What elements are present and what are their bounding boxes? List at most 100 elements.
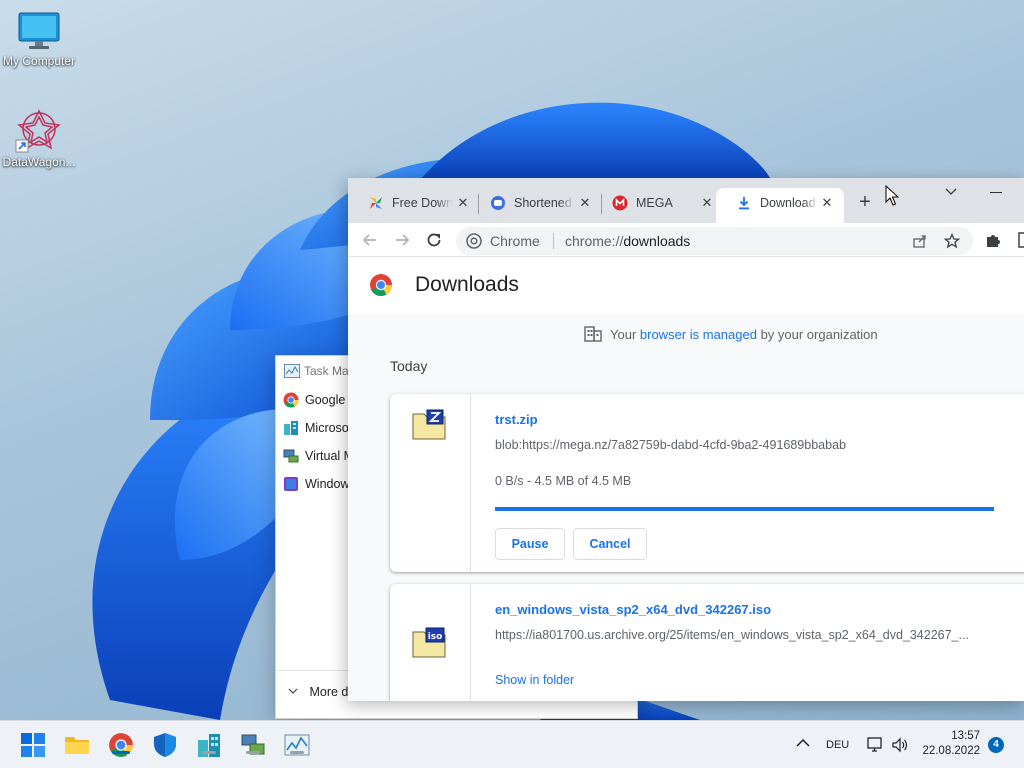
show-in-folder-link[interactable]: Show in folder [495, 673, 574, 687]
tab-downloads[interactable]: Download ✕ [716, 188, 844, 223]
running-app-indicator [246, 751, 260, 754]
file-icon-column [390, 394, 471, 572]
task-manager-title: Task Ma [304, 364, 349, 378]
volume-icon[interactable] [891, 736, 909, 754]
iso-file-icon: iso [412, 627, 446, 658]
link-shortener-icon [491, 196, 505, 210]
clock-date: 22.08.2022 [922, 745, 980, 757]
running-app-indicator [202, 751, 216, 754]
downloads-header: Downloads [348, 257, 1024, 314]
desktop-icon-label: My Computer [2, 54, 76, 68]
shield-icon [154, 733, 176, 757]
chrome-site-icon [466, 233, 482, 249]
extensions-puzzle-icon[interactable] [984, 231, 1002, 249]
task-manager-icon [284, 364, 300, 378]
cancel-button[interactable]: Cancel [573, 528, 647, 560]
managed-prefix: Your [610, 327, 640, 342]
chrome-logo-icon [370, 274, 392, 296]
chrome-window[interactable]: Free Down ✕ Shortened ✕ MEGA ✕ Download … [348, 178, 1024, 701]
desktop-icon-my-computer[interactable]: My Computer [0, 12, 78, 68]
active-app-indicator [112, 751, 130, 754]
date-section-heading: Today [390, 358, 428, 374]
buildings-icon [284, 421, 298, 435]
windows-app-icon [284, 477, 298, 491]
chevron-up-icon[interactable] [795, 737, 811, 749]
buildings-icon [198, 734, 220, 757]
windows-logo-icon [21, 733, 45, 757]
download-source-url: blob:https://mega.nz/7a82759b-dabd-4cfd-… [495, 438, 846, 452]
tab-free-download[interactable]: Free Down ✕ [348, 188, 476, 223]
network-computers-icon [241, 734, 265, 755]
download-progress-bar [495, 507, 994, 511]
datawagon-shortcut-icon [15, 109, 61, 153]
close-tab-icon[interactable]: ✕ [456, 196, 470, 210]
desktop-icon-datawagon[interactable]: DataWagon... [0, 107, 78, 169]
side-panel-icon[interactable] [1018, 232, 1024, 248]
chrome-icon [283, 392, 299, 408]
network-computer-icon [283, 449, 299, 463]
close-tab-icon[interactable]: ✕ [700, 196, 714, 210]
zip-file-icon [412, 409, 446, 440]
task-manager-app-name: Virtual M [305, 449, 355, 463]
pause-button[interactable]: Pause [495, 528, 565, 560]
download-item: iso en_windows_vista_sp2_x64_dvd_342267.… [390, 584, 1024, 701]
taskbar-task-manager[interactable] [284, 732, 310, 758]
url-text: chrome://downloads [565, 233, 690, 249]
download-icon [739, 197, 749, 210]
more-details-label: More d [309, 685, 349, 699]
notification-badge[interactable]: 4 [988, 737, 1004, 753]
download-status: 0 B/s - 4.5 MB of 4.5 MB [495, 474, 632, 488]
monitor-icon [18, 12, 60, 49]
back-arrow-icon[interactable] [360, 230, 380, 250]
building-icon [584, 326, 602, 342]
close-tab-icon[interactable]: ✕ [578, 196, 592, 210]
download-item: trst.zip blob:https://mega.nz/7a82759b-d… [390, 394, 1024, 572]
minimize-button[interactable] [990, 192, 1002, 193]
chrome-icon [109, 733, 133, 757]
network-icon[interactable] [866, 736, 884, 754]
tab-label: MEGA [636, 196, 673, 210]
tab-search-chevron-icon[interactable] [944, 187, 958, 197]
managed-link[interactable]: browser is managed [640, 327, 757, 342]
tab-shortened[interactable]: Shortened ✕ [470, 188, 598, 223]
site-chip-label: Chrome [490, 233, 540, 249]
svg-text:iso: iso [428, 632, 443, 642]
tab-label: Free Down [392, 196, 452, 210]
taskbar-network-app[interactable] [240, 732, 266, 758]
tab-mega[interactable]: MEGA ✕ [592, 188, 720, 223]
share-icon[interactable] [912, 233, 928, 249]
taskbar-defender[interactable] [152, 732, 178, 758]
reload-icon[interactable] [424, 230, 444, 250]
taskbar-file-explorer[interactable] [64, 732, 90, 758]
forward-arrow-icon[interactable] [392, 230, 412, 250]
page-title: Downloads [415, 273, 519, 296]
download-source-url: https://ia801700.us.archive.org/25/items… [495, 628, 969, 642]
clock-time: 13:57 [951, 730, 980, 742]
system-clock[interactable]: 13:57 22.08.2022 [920, 729, 980, 759]
close-tab-icon[interactable]: ✕ [820, 196, 834, 210]
mega-icon [612, 195, 628, 211]
url-scheme: chrome:// [565, 233, 624, 249]
taskbar: DEU 13:57 22.08.2022 4 [0, 720, 1024, 768]
task-manager-app-name: Window [305, 477, 350, 491]
downloads-page: Downloads Your browser is managed by you… [348, 257, 1024, 701]
download-progress-fill [495, 507, 994, 511]
download-file-name[interactable]: en_windows_vista_sp2_x64_dvd_342267.iso [495, 602, 771, 617]
start-button[interactable] [20, 732, 46, 758]
url-host: downloads [623, 233, 691, 249]
pinwheel-icon [370, 197, 382, 209]
file-icon-column: iso [390, 584, 471, 701]
download-file-name[interactable]: trst.zip [495, 412, 538, 427]
bookmark-star-icon[interactable] [944, 233, 960, 249]
input-language[interactable]: DEU [826, 739, 849, 751]
address-bar[interactable]: Chrome chrome://downloads [456, 227, 973, 255]
taskbar-buildings-app[interactable] [196, 732, 222, 758]
more-details-button[interactable]: More d [288, 685, 348, 699]
task-manager-icon [284, 734, 310, 756]
folder-icon [65, 737, 89, 754]
new-tab-button[interactable]: + [855, 191, 875, 214]
omnibox-divider [553, 233, 554, 249]
mouse-cursor-icon [885, 185, 899, 206]
running-app-indicator [290, 751, 304, 754]
taskbar-chrome[interactable] [108, 732, 134, 758]
